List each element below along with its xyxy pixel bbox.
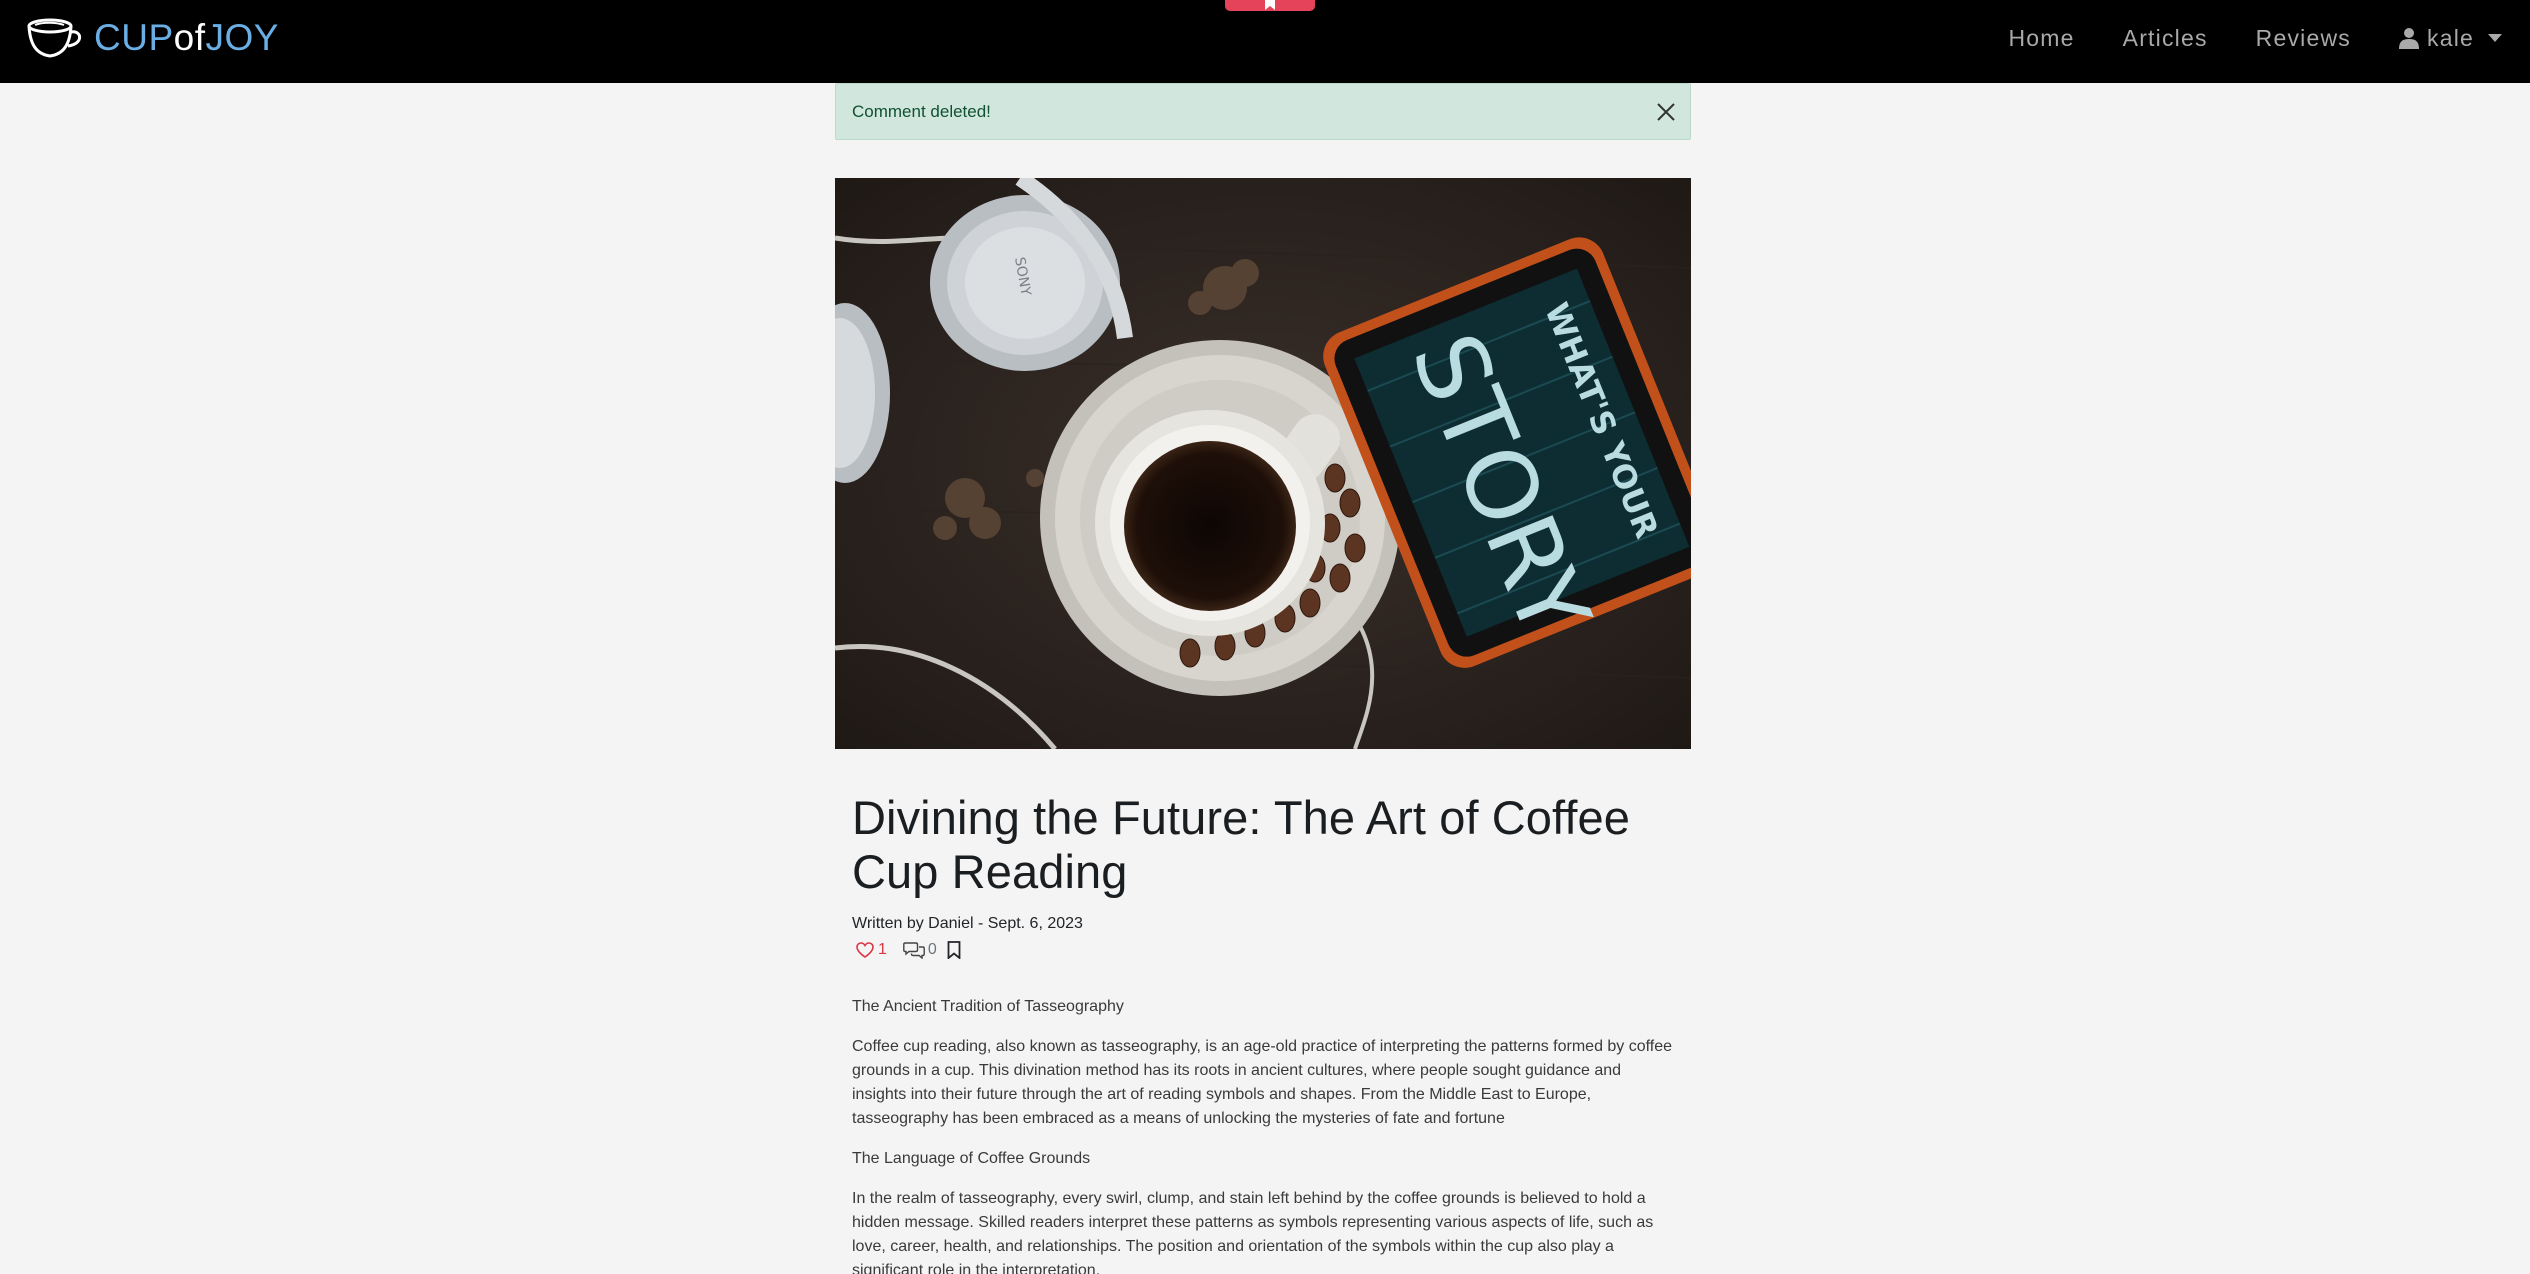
article: Divining the Future: The Art of Coffee C… xyxy=(835,791,1691,1274)
coffee-cup-logo-icon xyxy=(27,18,82,58)
bookmark-icon xyxy=(947,941,961,959)
comments-link[interactable]: 0 xyxy=(903,941,937,959)
article-body: The Ancient Tradition of Tasseography Co… xyxy=(852,995,1674,1274)
nav-links: Home Articles Reviews kale xyxy=(1961,0,2502,76)
success-alert: Comment deleted! xyxy=(835,83,1691,140)
close-icon[interactable] xyxy=(1655,101,1677,123)
article-meta: 1 0 xyxy=(852,939,1674,961)
section-paragraph: Coffee cup reading, also known as tasseo… xyxy=(852,1038,1673,1127)
like-button[interactable]: 1 xyxy=(856,941,887,959)
brand-name: CUPofJOY xyxy=(94,16,279,60)
alert-message: Comment deleted! xyxy=(852,101,991,121)
comments-icon xyxy=(903,942,925,959)
article-byline: Written by Daniel - Sept. 6, 2023 xyxy=(852,915,1083,932)
bookmark-button[interactable] xyxy=(947,941,961,959)
bookmarks-tab[interactable] xyxy=(1225,0,1315,11)
section-heading: The Language of Coffee Grounds xyxy=(852,1150,1091,1167)
brand-link[interactable]: CUPofJOY xyxy=(26,14,279,62)
nav-link-articles[interactable]: Articles xyxy=(2123,25,2208,52)
brand-part-joy: JOY xyxy=(205,17,279,58)
chevron-down-icon xyxy=(2488,34,2502,42)
heart-icon xyxy=(856,942,874,958)
like-count: 1 xyxy=(878,941,887,958)
article-title: Divining the Future: The Art of Coffee C… xyxy=(852,791,1630,898)
nav-link-reviews[interactable]: Reviews xyxy=(2256,25,2351,52)
section-paragraph: In the realm of tasseography, every swir… xyxy=(852,1190,1654,1274)
nav-link-home[interactable]: Home xyxy=(2009,25,2075,52)
main-content: Comment deleted! SONY WHAT'S YOUR STORY … xyxy=(835,83,1691,1274)
top-navbar: CUPofJOY Home Articles Reviews kale xyxy=(0,0,2530,83)
brand-part-cup: CUP xyxy=(94,17,174,58)
bookmark-icon xyxy=(1265,0,1275,10)
section-heading: The Ancient Tradition of Tasseography xyxy=(852,998,1124,1015)
comment-count: 0 xyxy=(927,941,937,958)
user-icon xyxy=(2399,28,2419,49)
user-menu-dropdown[interactable]: kale xyxy=(2399,25,2502,52)
brand-part-of: of xyxy=(173,17,206,58)
article-hero-image: SONY WHAT'S YOUR STORY xyxy=(835,178,1691,749)
username: kale xyxy=(2427,24,2474,51)
